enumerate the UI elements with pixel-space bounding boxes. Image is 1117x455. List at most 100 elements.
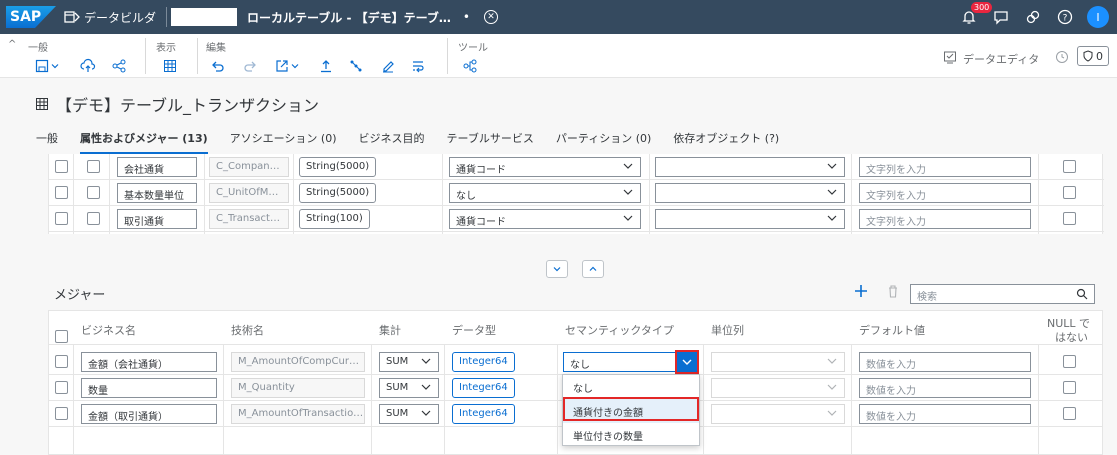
column-header-data-type[interactable]: データ型 — [452, 322, 496, 338]
column-header-technical-name[interactable]: 技術名 — [231, 322, 264, 338]
column-header-aggregation[interactable]: 集計 — [379, 322, 401, 338]
key-checkbox[interactable] — [87, 186, 100, 199]
semantic-type-dropdown-button[interactable] — [675, 350, 699, 374]
chevron-down-icon[interactable] — [50, 58, 60, 74]
lineage-icon[interactable] — [462, 58, 478, 74]
redo-icon[interactable] — [242, 58, 258, 74]
data-type-button[interactable]: Integer64 — [452, 378, 515, 398]
undo-icon[interactable] — [210, 58, 226, 74]
data-type-button[interactable]: String(5000) — [299, 183, 377, 203]
default-value-input[interactable]: 文字列を入力 — [859, 157, 1031, 177]
collapse-toolbar-icon[interactable]: ^ — [8, 39, 16, 50]
semantic-type-select[interactable]: なし — [449, 183, 641, 203]
tab-dependent-objects[interactable]: 依存オブジェクト (?) — [673, 130, 779, 155]
edit-icon[interactable] — [380, 58, 396, 74]
column-header-default-value[interactable]: デフォルト値 — [859, 322, 925, 338]
unit-column-select[interactable] — [711, 378, 845, 398]
aggregation-select[interactable]: SUM — [379, 378, 439, 398]
not-null-checkbox[interactable] — [1063, 407, 1076, 420]
tab-general[interactable]: 一般 — [36, 130, 58, 155]
column-header-semantic-type[interactable]: セマンティックタイプ — [565, 322, 674, 338]
row-select-checkbox[interactable] — [55, 381, 68, 394]
default-value-input[interactable]: 数値を入力 — [859, 352, 1031, 372]
key-checkbox[interactable] — [87, 160, 100, 173]
not-null-checkbox[interactable] — [1063, 186, 1076, 199]
validation-button[interactable]: 0 — [1077, 46, 1109, 66]
dropdown-option-quantity-with-unit[interactable]: 単位付きの数量 — [563, 423, 699, 447]
unit-column-select[interactable] — [711, 404, 845, 424]
aggregation-select[interactable]: SUM — [379, 404, 439, 424]
impact-icon[interactable] — [348, 58, 364, 74]
data-type-button[interactable]: Integer64 — [452, 404, 515, 424]
move-down-button[interactable] — [546, 260, 568, 278]
not-null-checkbox[interactable] — [1063, 355, 1076, 368]
export-icon[interactable] — [274, 58, 290, 74]
not-null-checkbox[interactable] — [1063, 381, 1076, 394]
business-name-input[interactable]: 基本数量単位 — [117, 183, 197, 203]
unit-column-select[interactable] — [711, 352, 845, 372]
notifications-button[interactable]: 300 — [953, 0, 993, 34]
unit-column-select[interactable] — [655, 183, 845, 203]
select-all-checkbox[interactable] — [55, 330, 68, 343]
row-select-checkbox[interactable] — [55, 160, 68, 173]
data-type-button[interactable]: String(100) — [299, 209, 370, 229]
business-name-input[interactable]: 数量 — [81, 378, 217, 398]
tab-associations[interactable]: アソシエーション (0) — [230, 130, 337, 155]
sap-logo[interactable]: SAP — [6, 6, 56, 28]
help-button[interactable]: ? — [1049, 0, 1081, 34]
column-header-not-null-line2[interactable]: はない — [1055, 329, 1088, 345]
data-type-button[interactable]: Integer64 — [452, 352, 515, 372]
default-value-input[interactable]: 文字列を入力 — [859, 209, 1031, 229]
not-null-checkbox[interactable] — [1063, 160, 1076, 173]
chevron-down-icon[interactable] — [290, 58, 300, 74]
user-avatar[interactable]: I — [1087, 6, 1109, 28]
business-name-input[interactable]: 会社通貨 — [117, 157, 197, 177]
upload-icon[interactable] — [318, 58, 334, 74]
close-icon[interactable]: ✕ — [484, 10, 498, 24]
default-value-input[interactable]: 文字列を入力 — [859, 183, 1031, 203]
help-icon: ? — [1057, 9, 1073, 25]
data-editor-button[interactable]: データエディタ — [963, 51, 1039, 67]
add-measure-button[interactable] — [854, 284, 868, 301]
row-select-checkbox[interactable] — [55, 186, 68, 199]
row-select-checkbox[interactable] — [55, 212, 68, 225]
wrap-text-icon[interactable] — [410, 58, 426, 74]
product-switch-button[interactable] — [1017, 0, 1049, 34]
tab-table-services[interactable]: テーブルサービス — [447, 130, 534, 155]
data-editor-icon[interactable] — [943, 50, 957, 67]
app-title[interactable]: データビルダ — [84, 9, 156, 26]
unit-column-select[interactable] — [655, 157, 845, 177]
save-icon[interactable] — [34, 58, 50, 74]
data-type-button[interactable]: String(5000) — [299, 157, 377, 177]
deploy-icon[interactable] — [80, 58, 96, 74]
default-value-input[interactable]: 数値を入力 — [859, 378, 1031, 398]
feedback-button[interactable] — [985, 0, 1017, 34]
business-name-input[interactable]: 金額（会社通貨） — [81, 352, 217, 372]
business-name-input[interactable]: 金額（取引通貨） — [81, 404, 217, 424]
history-icon[interactable] — [1055, 50, 1069, 67]
not-null-checkbox[interactable] — [1063, 212, 1076, 225]
semantic-type-select[interactable]: 通貨コード — [449, 157, 641, 177]
key-checkbox[interactable] — [87, 212, 100, 225]
dropdown-option-none[interactable]: なし — [563, 375, 699, 399]
object-header: 【デモ】テーブル_トランザクション 一般 属性およびメジャー (13) アソシエ… — [0, 78, 1117, 155]
tab-business-purpose[interactable]: ビジネス目的 — [359, 130, 425, 155]
column-header-business-name[interactable]: ビジネス名 — [81, 322, 136, 338]
tab-attributes-measures[interactable]: 属性およびメジャー (13) — [80, 130, 208, 155]
aggregation-select[interactable]: SUM — [379, 352, 439, 372]
chevron-down-icon — [623, 189, 633, 195]
table-view-icon[interactable] — [162, 58, 178, 74]
unit-column-select[interactable] — [655, 209, 845, 229]
share-icon[interactable] — [111, 58, 127, 74]
search-input[interactable]: 検索 — [910, 284, 1095, 304]
chevron-down-icon — [827, 358, 837, 364]
row-select-checkbox[interactable] — [55, 407, 68, 420]
delete-measure-button[interactable] — [886, 284, 900, 301]
default-value-input[interactable]: 数値を入力 — [859, 404, 1031, 424]
tab-partitions[interactable]: パーティション (0) — [556, 130, 651, 155]
business-name-input[interactable]: 取引通貨 — [117, 209, 197, 229]
move-up-button[interactable] — [582, 260, 604, 278]
semantic-type-select[interactable]: 通貨コード — [449, 209, 641, 229]
column-header-unit-column[interactable]: 単位列 — [711, 322, 744, 338]
row-select-checkbox[interactable] — [55, 355, 68, 368]
